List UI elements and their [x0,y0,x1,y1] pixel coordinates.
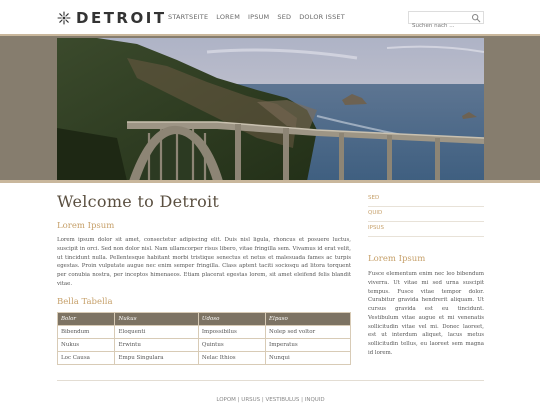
search-input[interactable] [409,20,467,32]
table-cell: Nukus [56,337,116,352]
nav-item-ipsum[interactable]: IPSUM [248,13,269,21]
table-title: Bella Tabella [57,296,113,307]
sunburst-logo-icon [57,11,71,25]
sidebar-link-sed[interactable]: SED [368,192,484,207]
table-cell: Loc Causa [56,350,116,365]
search-icon[interactable] [471,13,481,23]
table-cell: Erwintu [114,337,199,352]
footer-link-ursus[interactable]: URSUS [241,397,260,403]
table-cell: Empu Singulara [114,350,199,365]
table-header-cell: Udoso [197,311,267,326]
table-cell: Imperatus [265,337,351,352]
nav-item-dolor-isset[interactable]: DOLOR ISSET [299,13,345,21]
table-row: Loc Causa Empu Singulara Nelac Ithios Nu… [56,350,351,365]
page-title: Welcome to Detroit [57,192,220,211]
table-header-cell: Nukus [114,311,199,326]
table-cell: Bibendum [56,324,116,339]
hero-image [57,38,484,181]
site-footer: LOPOM | URSUS | VESTIBULUS | INQUID [57,380,484,405]
section-heading: Lorem Ipsum [57,221,115,231]
main-content: Welcome to Detroit Lorem Ipsum Lorem ips… [56,192,351,365]
table-cell: Impossibilus [197,324,267,339]
table-cell: Eloquenti [114,324,199,339]
data-table: Bolor Nukus Udoso Elpaso Bibendum Eloque… [56,311,351,365]
sidebar-paragraph: Fusce elementum enim nec leo bibendum vi… [368,271,484,356]
nav-item-sed[interactable]: SED [277,13,291,21]
main-nav: STARTSEITE LOREM IPSUM SED DOLOR ISSET [168,13,345,21]
table-header-row: Bolor Nukus Udoso Elpaso [56,311,351,326]
table-cell: Nolep sed voltor [265,324,351,339]
intro-paragraph: Lorem ipsum dolor sit amet, consectetur … [57,237,351,287]
table-row: Bibendum Eloquenti Impossibilus Nolep se… [56,324,351,339]
footer-link-inquid[interactable]: INQUID [305,397,325,403]
sidebar-link-ipsus[interactable]: IPSUS [368,222,484,237]
table-header-cell: Bolor [56,311,116,326]
table-cell: Quintus [197,337,267,352]
table-row: Nukus Erwintu Quintus Imperatus [56,337,351,352]
nav-item-lorem[interactable]: LOREM [216,13,240,21]
brand-name: DETROIT [76,9,167,27]
sidebar-link-quid[interactable]: QUID [368,207,484,222]
site-header: DETROIT STARTSEITE LOREM IPSUM SED DOLOR… [0,0,540,36]
logo[interactable]: DETROIT [57,9,167,27]
table-header-cell: Elpaso [265,311,351,326]
footer-link-vestibulus[interactable]: VESTIBULUS [266,397,300,403]
nav-item-startseite[interactable]: STARTSEITE [168,13,208,21]
table-cell: Nunqui [265,350,351,365]
sidebar: SED QUID IPSUS Lorem Ipsum Fusce element… [368,192,484,358]
search-box [408,11,484,32]
sidebar-heading: Lorem Ipsum [368,254,426,264]
table-cell: Nelac Ithios [197,350,267,365]
footer-link-lopom[interactable]: LOPOM [216,397,236,403]
hero-band-border [0,180,540,183]
